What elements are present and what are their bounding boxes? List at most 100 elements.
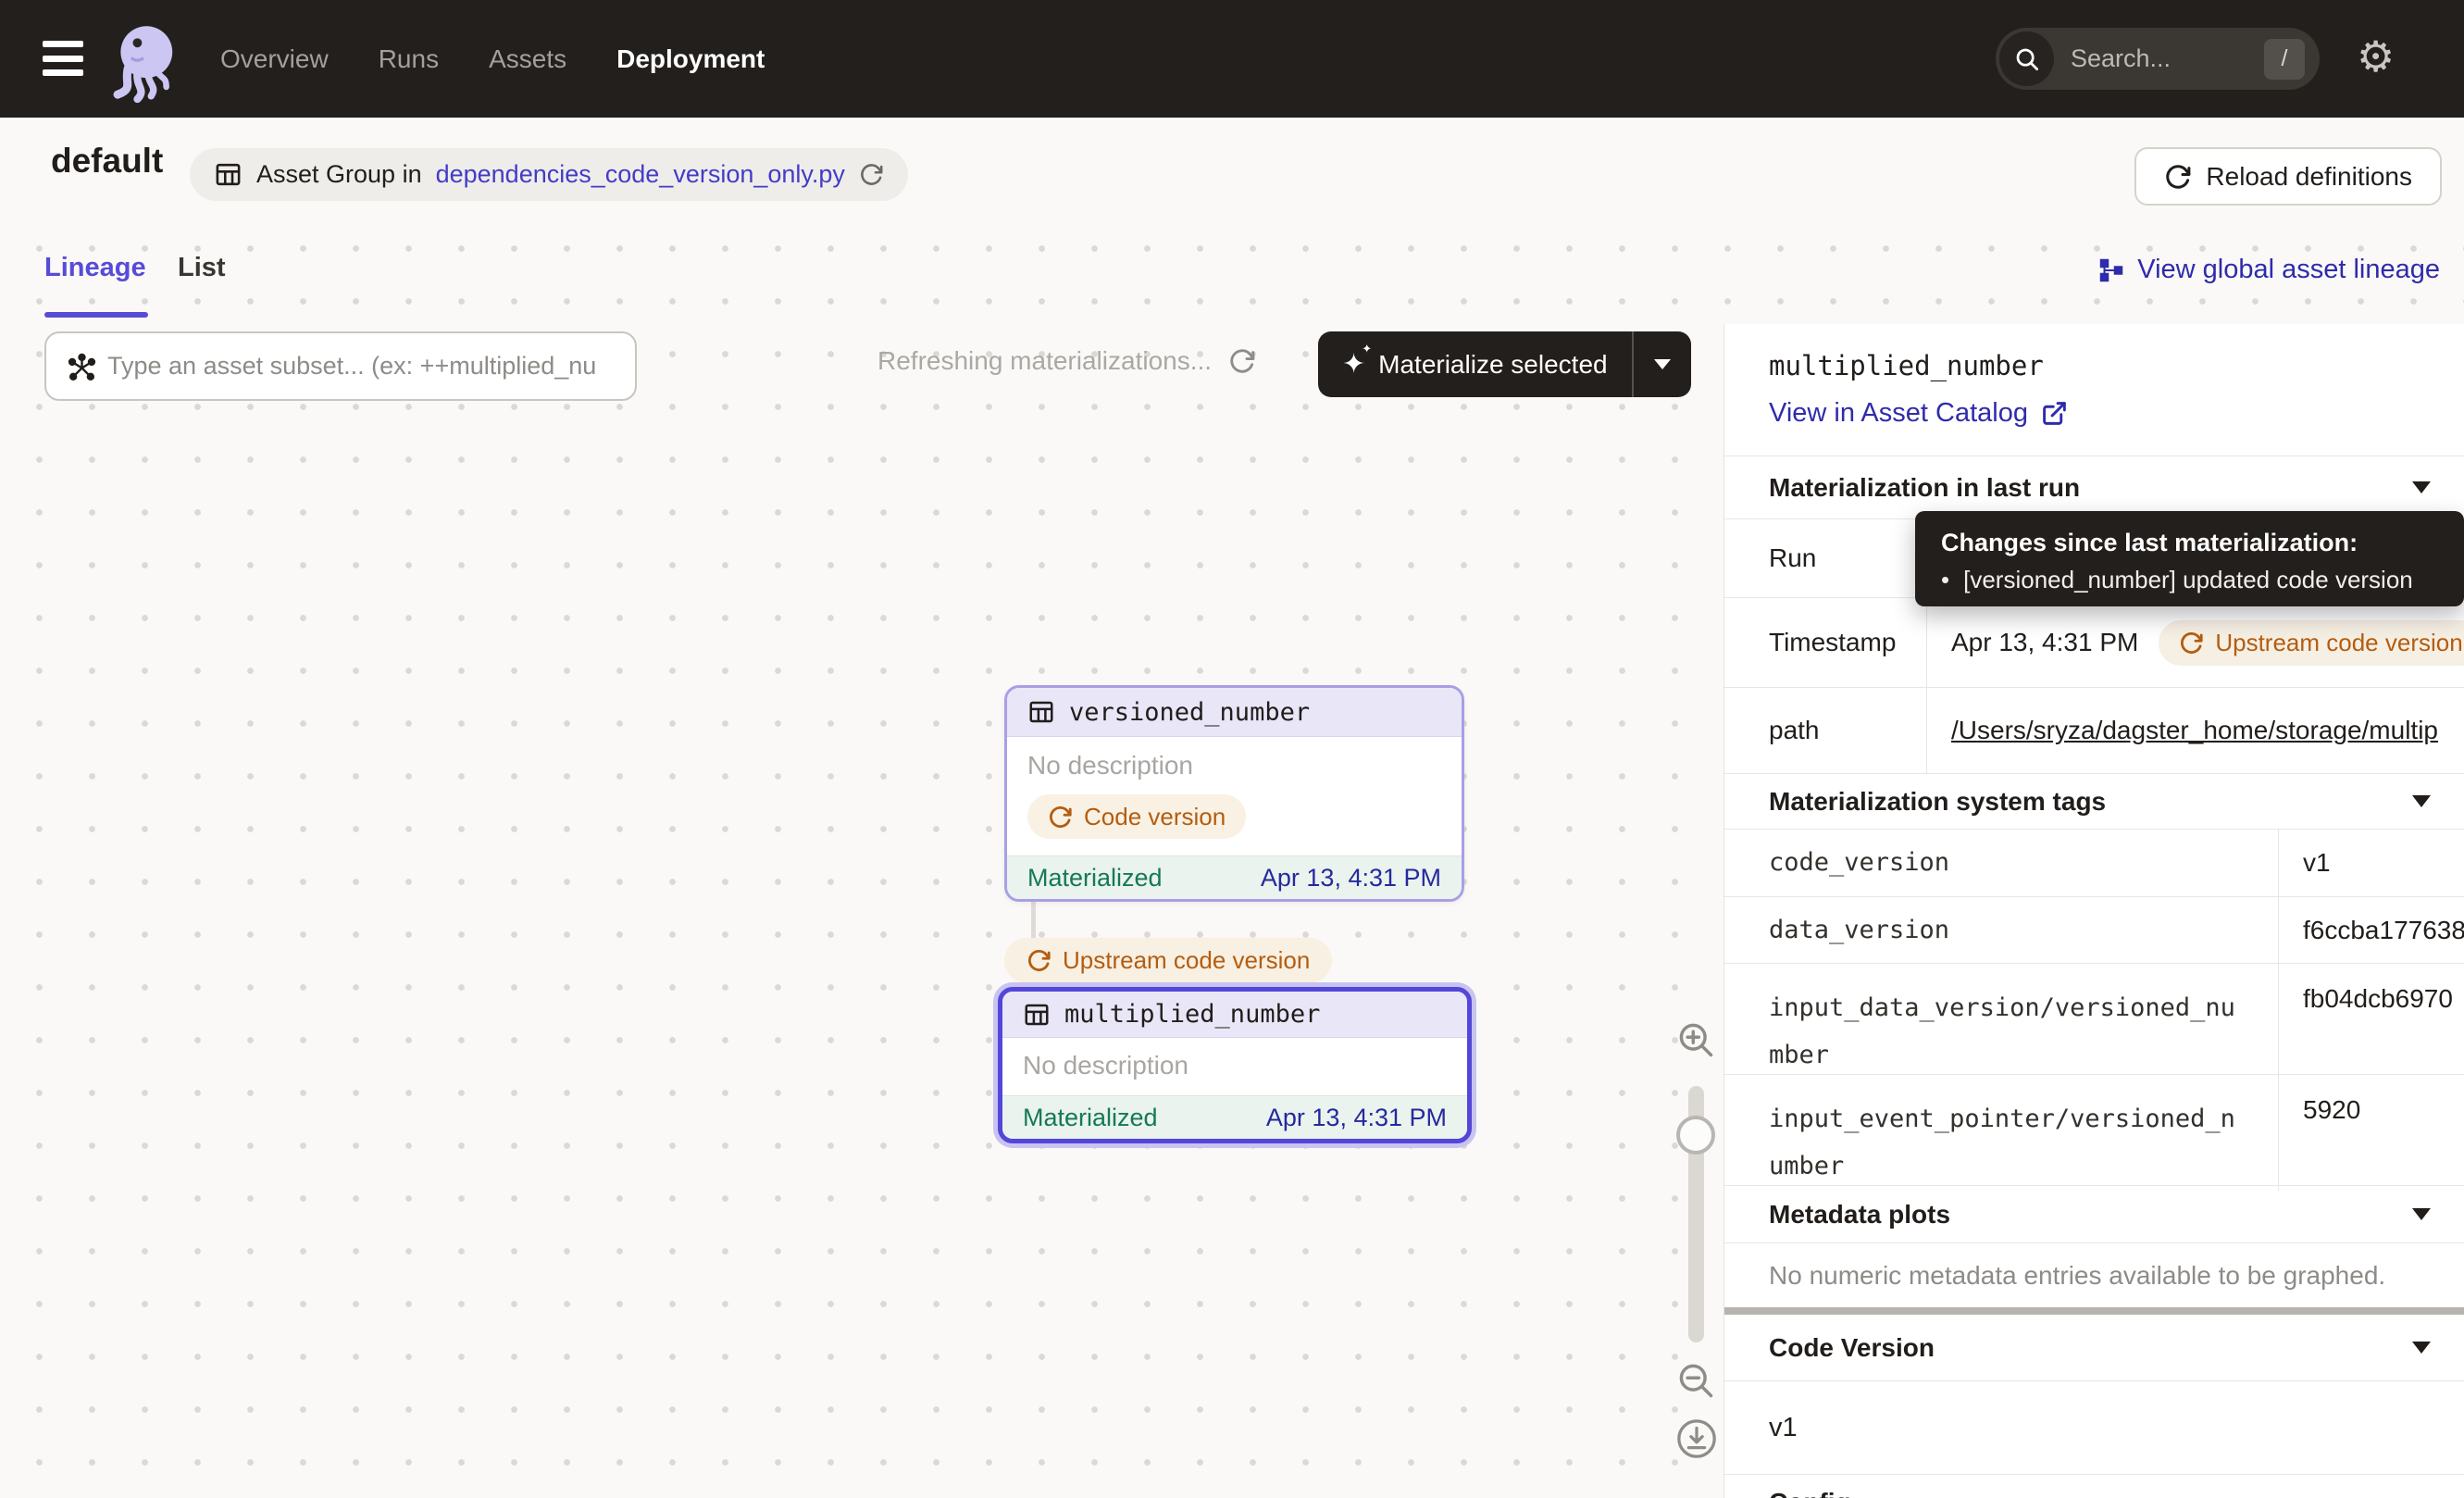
section-heading-label: Config: [1769, 1488, 1851, 1498]
view-global-asset-lineage-label: View global asset lineage: [2137, 255, 2440, 285]
code-version-label: Code version: [1084, 803, 1226, 831]
chevron-down-icon: [2412, 1208, 2431, 1220]
upstream-code-version-icon: [2179, 630, 2204, 655]
upstream-code-version-tag[interactable]: Upstream code version: [1004, 938, 1332, 983]
asset-table-icon: [1027, 698, 1055, 726]
tag-key: code_version: [1724, 830, 2278, 896]
section-materialization-last-run[interactable]: Materialization in last run: [1724, 456, 2464, 518]
metadata-plots-empty-message: No numeric metadata entries available to…: [1724, 1242, 2464, 1307]
upstream-code-version-icon: [1027, 948, 1052, 973]
view-in-asset-catalog-link[interactable]: View in Asset Catalog: [1769, 398, 2464, 429]
section-code-version[interactable]: Code Version: [1724, 1315, 2464, 1381]
search-placeholder: Search...: [2071, 44, 2264, 73]
search-icon: [1999, 31, 2054, 86]
asset-node-multiplied-number-selected[interactable]: multiplied_number No description Materia…: [998, 987, 1472, 1143]
asset-group-grid-icon: [214, 160, 243, 189]
asset-subset-filter: [44, 331, 637, 401]
tag-value: v1: [2278, 830, 2464, 896]
zoom-in-icon[interactable]: [1675, 1019, 1716, 1060]
dagster-logo-icon[interactable]: [104, 19, 183, 104]
tooltip-item: [versioned_number] updated code version: [1963, 566, 2413, 594]
materialized-status: Materialized: [1027, 864, 1163, 893]
lineage-graph-icon: [2097, 256, 2125, 284]
asset-group-file-link[interactable]: dependencies_code_version_only.py: [436, 160, 845, 189]
zoom-slider-handle[interactable]: [1676, 1116, 1715, 1155]
nav-links: Overview Runs Assets Deployment: [220, 0, 765, 118]
nav-item-runs[interactable]: Runs: [379, 44, 439, 74]
table-row-input-data-version: input_data_version/versioned_number fb04…: [1724, 963, 2464, 1074]
section-config[interactable]: Config: [1724, 1474, 2464, 1498]
tag-value: fb04dcb6970: [2278, 964, 2464, 1080]
asset-node-description: No description: [1023, 1051, 1447, 1080]
asset-group-label: Asset Group in: [256, 160, 422, 189]
settings-gear-icon[interactable]: ⚙: [2357, 31, 2395, 81]
materialize-selected-button[interactable]: ✦✦ Materialize selected: [1318, 331, 1691, 397]
page-content: default Asset Group in dependencies_code…: [0, 118, 2464, 1498]
reload-definitions-label: Reload definitions: [2206, 162, 2412, 192]
asset-group-breadcrumb: Asset Group in dependencies_code_version…: [190, 148, 908, 201]
table-row-timestamp: Timestamp Apr 13, 4:31 PM Upstream code …: [1724, 597, 2464, 687]
asset-node-versioned-number[interactable]: versioned_number No description Code ver…: [1004, 685, 1464, 902]
asset-node-name: multiplied_number: [1064, 1000, 1320, 1029]
section-heading-label: Materialization system tags: [1769, 787, 2106, 817]
nav-item-assets[interactable]: Assets: [489, 44, 566, 74]
table-row-input-event-pointer: input_event_pointer/versioned_number 592…: [1724, 1074, 2464, 1185]
reload-icon: [2164, 163, 2192, 191]
tag-key: input_event_pointer/versioned_number: [1724, 1075, 2278, 1191]
asset-subset-input[interactable]: [107, 333, 626, 399]
table-row-code-version: code_version v1: [1724, 829, 2464, 896]
refreshing-label: Refreshing materializations...: [877, 346, 1212, 376]
materialized-status: Materialized: [1023, 1104, 1158, 1132]
section-metadata-plots[interactable]: Metadata plots: [1724, 1185, 2464, 1242]
path-label: path: [1724, 688, 1926, 773]
section-heading-label: Code Version: [1769, 1333, 1935, 1363]
asset-node-name: versioned_number: [1069, 698, 1310, 727]
materialized-timestamp: Apr 13, 4:31 PM: [1266, 1104, 1447, 1132]
search-shortcut-badge: /: [2264, 39, 2305, 80]
download-image-icon[interactable]: [1675, 1417, 1718, 1460]
view-global-asset-lineage-link[interactable]: View global asset lineage: [2097, 255, 2440, 285]
zoom-out-icon[interactable]: [1675, 1360, 1716, 1401]
tag-key: input_data_version/versioned_number: [1724, 964, 2278, 1080]
materialize-selected-label: Materialize selected: [1378, 350, 1607, 380]
panel-resize-divider[interactable]: [1724, 1307, 2464, 1315]
tab-list[interactable]: List: [178, 253, 226, 283]
code-version-value: v1: [1724, 1381, 2464, 1474]
chevron-down-icon: [2412, 795, 2431, 807]
page-title: default: [51, 142, 163, 181]
chevron-down-icon: [2412, 481, 2431, 493]
code-version-pill[interactable]: Code version: [1027, 794, 1246, 839]
active-tab-underline: [44, 312, 148, 318]
nav-item-deployment[interactable]: Deployment: [616, 44, 765, 74]
timestamp-label: Timestamp: [1724, 598, 1926, 687]
tag-value: 5920: [2278, 1075, 2464, 1191]
nav-item-overview[interactable]: Overview: [220, 44, 329, 74]
view-in-asset-catalog-label: View in Asset Catalog: [1769, 398, 2028, 429]
reload-definitions-button[interactable]: Reload definitions: [2134, 147, 2442, 206]
section-heading-label: Metadata plots: [1769, 1200, 1950, 1230]
dagster-app: Overview Runs Assets Deployment Search..…: [0, 0, 2464, 1498]
chevron-down-icon: [1654, 359, 1671, 369]
upstream-code-version-badge[interactable]: Upstream code version: [2159, 620, 2464, 666]
changes-tooltip: Changes since last materialization: [ver…: [1915, 511, 2464, 606]
external-link-icon: [2041, 400, 2068, 427]
tag-key: data_version: [1724, 897, 2278, 963]
global-search[interactable]: Search... /: [1996, 28, 2320, 90]
section-materialization-system-tags[interactable]: Materialization system tags: [1724, 773, 2464, 829]
refreshing-status: Refreshing materializations...: [877, 346, 1256, 376]
tab-lineage[interactable]: Lineage: [44, 253, 146, 283]
hamburger-menu-icon[interactable]: [43, 41, 83, 76]
sidebar-asset-title: multiplied_number: [1769, 350, 2464, 381]
materialize-dropdown-button[interactable]: [1634, 331, 1691, 397]
path-value-link[interactable]: /Users/sryza/dagster_home/storage/multip: [1951, 716, 2438, 745]
tag-value: f6ccba177638: [2278, 897, 2464, 963]
refresh-materializations-icon[interactable]: [1228, 347, 1256, 375]
tooltip-title: Changes since last materialization:: [1941, 529, 2438, 557]
asset-details-sidebar: multiplied_number View in Asset Catalog …: [1724, 324, 2464, 1498]
timestamp-value: Apr 13, 4:31 PM: [1951, 628, 2138, 657]
refresh-group-icon[interactable]: [859, 162, 884, 187]
upstream-code-version-label: Upstream code version: [1063, 946, 1310, 975]
table-row-path: path /Users/sryza/dagster_home/storage/m…: [1724, 687, 2464, 773]
materialized-timestamp: Apr 13, 4:31 PM: [1261, 864, 1441, 893]
run-label: Run: [1724, 519, 1926, 597]
